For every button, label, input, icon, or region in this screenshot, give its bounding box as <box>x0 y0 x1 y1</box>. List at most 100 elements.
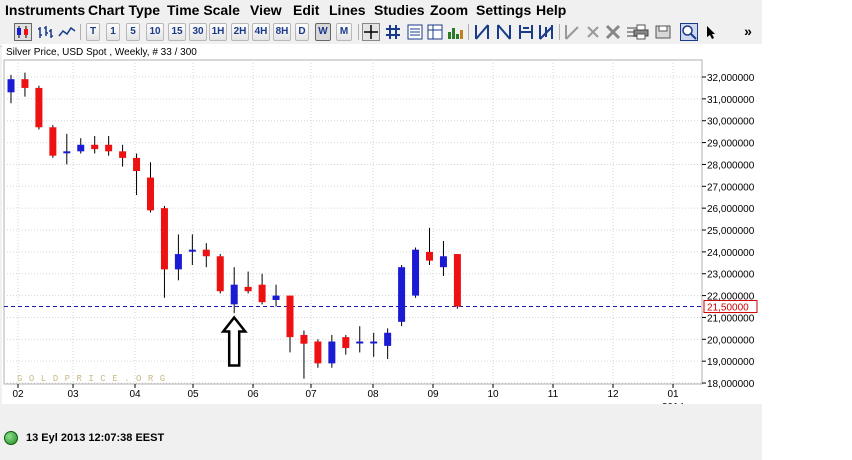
trendline-icon[interactable] <box>473 23 491 41</box>
status-datetime: 13 Eyl 2013 12:07:38 EEST <box>26 432 165 444</box>
y-tick-label: 20,000000 <box>707 335 755 346</box>
toolbar-separator <box>80 24 81 40</box>
x-tick-label: 04 <box>129 389 141 400</box>
timescale-4h-button[interactable]: 4H <box>252 23 270 41</box>
timescale-5m-button[interactable]: 5 <box>126 23 140 41</box>
timescale-daily-button[interactable]: D <box>295 23 309 41</box>
y-tick-label: 31,000000 <box>707 95 755 106</box>
menu-help[interactable]: Help <box>536 2 566 18</box>
menu-instruments[interactable]: Instruments <box>5 2 85 18</box>
y-tick-label: 29,000000 <box>707 139 755 150</box>
y-tick-label: 30,000000 <box>707 117 755 128</box>
chart-values-icon[interactable] <box>406 23 424 41</box>
candle-body <box>7 79 15 93</box>
menu-settings[interactable]: Settings <box>476 2 531 18</box>
timescale-8h-button[interactable]: 8H <box>273 23 291 41</box>
candle-body <box>453 254 461 307</box>
candle-body <box>300 334 308 344</box>
candle-body <box>21 79 29 88</box>
crosshair-icon[interactable] <box>362 23 380 41</box>
candle-body <box>202 249 210 257</box>
plot-area <box>3 59 703 385</box>
delete-all-icon[interactable] <box>604 23 622 41</box>
candle-body <box>314 341 322 364</box>
zoom-icon[interactable] <box>680 23 698 41</box>
channel-line-icon[interactable] <box>495 23 513 41</box>
menu-edit[interactable]: Edit <box>293 2 319 18</box>
candle-body <box>133 157 141 171</box>
y-tick-label: 27,000000 <box>707 182 755 193</box>
candle-body <box>426 251 433 261</box>
timescale-15m-button[interactable]: 15 <box>168 23 186 41</box>
pan-cursor-icon[interactable] <box>702 23 720 41</box>
timescale-1h-button[interactable]: 1H <box>209 23 227 41</box>
timescale-weekly-button[interactable]: W <box>315 23 331 41</box>
menu-lines[interactable]: Lines <box>329 2 366 18</box>
candle-body <box>328 341 336 364</box>
toolbar-overflow-button[interactable]: » <box>738 23 758 41</box>
candle-body <box>77 144 85 152</box>
print-icon[interactable] <box>632 23 650 41</box>
x-tick-label: 02 <box>12 389 24 400</box>
chart-title: Silver Price, USD Spot , Weekly, # 33 / … <box>6 47 197 58</box>
y-tick-label: 32,000000 <box>707 73 755 84</box>
timescale-2h-button[interactable]: 2H <box>231 23 249 41</box>
chart-grid <box>3 59 703 385</box>
candle-body <box>342 337 350 349</box>
y-tick-label: 24,000000 <box>707 248 755 259</box>
candle-body <box>258 284 266 303</box>
gann-line-icon[interactable] <box>537 23 555 41</box>
menu-view[interactable]: View <box>250 2 282 18</box>
x-tick-label: 03 <box>67 389 79 400</box>
erase-line-icon[interactable] <box>563 23 581 41</box>
app-window: Instruments Chart Type Time Scale View E… <box>0 0 762 460</box>
candle-body <box>230 284 238 305</box>
y-tick-label: 26,000000 <box>707 204 755 215</box>
x-tick-label: 12 <box>607 389 619 400</box>
toolbar-separator <box>358 24 359 40</box>
x-tick-label: 08 <box>367 389 379 400</box>
x-tick-label: 07 <box>305 389 317 400</box>
x-tick-label: 06 <box>247 389 259 400</box>
menu-zoom[interactable]: Zoom <box>430 2 468 18</box>
save-image-icon[interactable] <box>654 23 672 41</box>
close-icon[interactable] <box>584 23 602 41</box>
grid-icon[interactable] <box>384 23 402 41</box>
y-tick-label: 22,000000 <box>707 292 755 303</box>
y-tick-label: 19,000000 <box>707 357 755 368</box>
timescale-monthly-button[interactable]: M <box>336 23 352 41</box>
menu-studies[interactable]: Studies <box>374 2 425 18</box>
timescale-1m-button[interactable]: 1 <box>106 23 120 41</box>
candle-body <box>244 286 252 292</box>
candle-body <box>174 254 182 270</box>
bar-chart-icon[interactable] <box>36 23 54 41</box>
timescale-tick-button[interactable]: T <box>86 23 100 41</box>
candlestick-chart-icon[interactable] <box>14 23 32 41</box>
table-view-icon[interactable] <box>426 23 444 41</box>
candle-body <box>91 144 99 150</box>
x-tick-label: 01 <box>667 389 679 400</box>
line-chart-icon[interactable] <box>58 23 76 41</box>
price-chart[interactable]: 21,50000 32,000000 31,000000 30,000000 29,0… <box>2 44 762 404</box>
menu-time-scale[interactable]: Time Scale <box>167 2 240 18</box>
watermark: GOLDPRICE.ORG <box>17 374 172 384</box>
y-tick-label: 21,000000 <box>707 313 755 324</box>
x-tick-label: 11 <box>548 389 559 400</box>
candle-body <box>147 177 154 211</box>
toolbar-separator <box>559 24 560 40</box>
candle-body <box>272 295 280 300</box>
y-tick-label: 18,000000 <box>707 379 755 390</box>
chart-panel[interactable]: 21,50000 32,000000 31,000000 30,000000 29,0… <box>2 44 762 404</box>
timescale-10m-button[interactable]: 10 <box>146 23 164 41</box>
candle-body <box>119 151 127 158</box>
timescale-30m-button[interactable]: 30 <box>189 23 207 41</box>
candle-body <box>384 332 392 346</box>
menu-chart-type[interactable]: Chart Type <box>88 2 160 18</box>
candle-body <box>216 256 224 292</box>
current-price-label: 21,50000 <box>707 303 749 314</box>
fibonacci-icon[interactable] <box>517 23 535 41</box>
y-tick-label: 25,000000 <box>707 226 755 237</box>
candle-body <box>286 295 294 338</box>
volume-bars-icon[interactable] <box>446 23 464 41</box>
candle-body <box>412 249 420 296</box>
